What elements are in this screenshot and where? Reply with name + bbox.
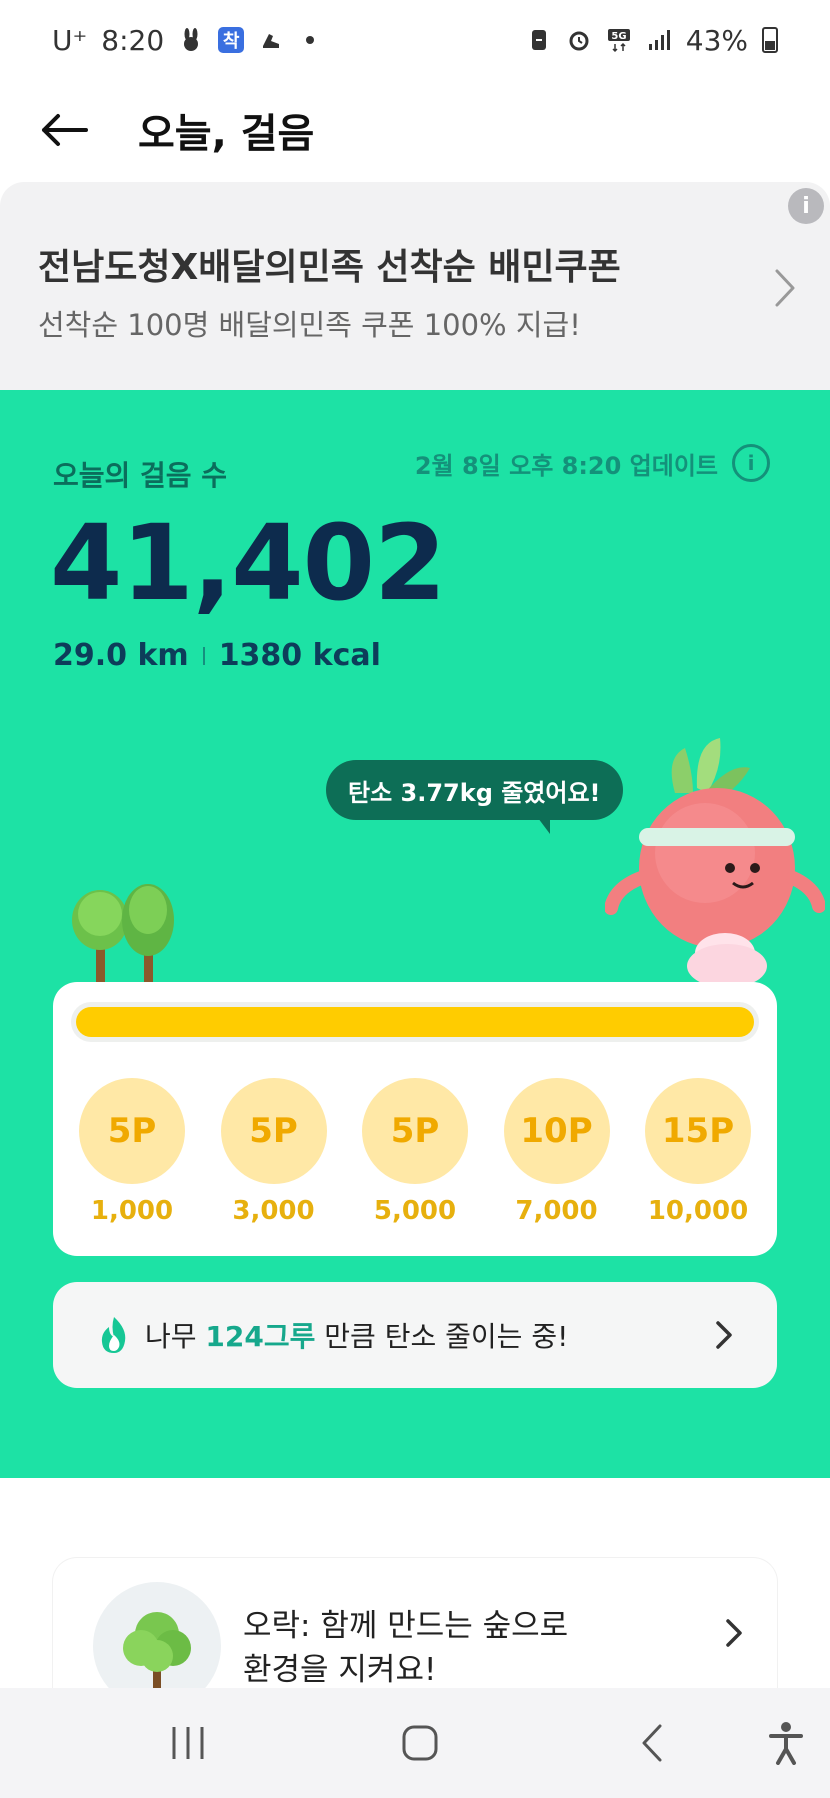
flame-icon	[101, 1317, 126, 1353]
forest-card-line2: 환경을 지켜요!	[243, 1652, 437, 1688]
tree-count: 124그루	[205, 1320, 316, 1353]
steps-label: 오늘의 걸음 수	[53, 459, 228, 492]
recent-apps-button[interactable]	[148, 1708, 228, 1778]
milestone-item[interactable]: 5P 3,000	[220, 1078, 327, 1226]
nfc-icon	[526, 27, 552, 53]
carrier-label: U⁺	[52, 23, 88, 57]
milestone-points: 5P	[79, 1078, 185, 1184]
milestone-item[interactable]: 10P 7,000	[503, 1078, 610, 1226]
ad-info-icon[interactable]: i	[788, 188, 824, 224]
milestone-points: 5P	[362, 1078, 468, 1184]
update-info: 2월 8일 오후 8:20 업데이트 i	[415, 444, 770, 482]
milestone-steps: 5,000	[373, 1196, 457, 1226]
forest-card-line1: 오락: 함께 만드는 숲으로	[243, 1608, 569, 1644]
arrow-left-icon	[42, 114, 88, 146]
step-count: 41,402	[50, 502, 446, 624]
system-nav-bar	[0, 1688, 830, 1798]
recent-apps-icon	[172, 1727, 204, 1759]
5g-icon: 5G	[606, 27, 632, 53]
accessibility-icon	[769, 1722, 803, 1765]
status-bar: U⁺ 8:20 착 5G 43%	[0, 0, 830, 80]
accessibility-button[interactable]	[746, 1708, 826, 1778]
page-title: 오늘, 걸음	[138, 111, 315, 157]
milestone-steps: 10,000	[647, 1196, 749, 1226]
chevron-right-icon	[774, 268, 796, 312]
step-stats: 29.0 km 1380 kcal	[53, 638, 381, 673]
banner-subtitle: 선착순 100명 배달의민족 쿠폰 100% 지급!	[38, 308, 581, 342]
chevron-left-icon	[642, 1724, 662, 1762]
status-right: 5G 43%	[526, 24, 778, 57]
battery-percent: 43%	[685, 23, 748, 57]
progress-track	[71, 1002, 759, 1042]
banner-title: 전남도청X배달의민족 선착순 배민쿠폰	[38, 247, 621, 288]
milestone-item[interactable]: 5P 5,000	[362, 1078, 468, 1226]
shoe-icon	[258, 27, 284, 53]
milestone-steps: 7,000	[515, 1196, 598, 1226]
milestone-list: 5P 1,000 5P 3,000 5P 5,000 10P 7,000 15P 10,000	[79, 1078, 751, 1226]
progress-fill	[76, 1007, 754, 1037]
promo-banner[interactable]: 전남도청X배달의민족 선착순 배민쿠폰 선착순 100명 배달의민족 쿠폰 10…	[0, 182, 830, 390]
forest-card-text: 오락: 함께 만드는 숲으로 환경을 지켜요!	[243, 1604, 568, 1692]
status-time: 8:20	[101, 23, 165, 57]
step-progress-card: 5P 1,000 5P 3,000 5P 5,000 10P 7,000 15P 10,000	[53, 982, 777, 1256]
stats-divider	[202, 646, 205, 665]
milestone-points: 10P	[503, 1078, 610, 1184]
svg-text:5G: 5G	[611, 31, 626, 42]
tree-carbon-card[interactable]: 나무 124그루 만큼 탄소 줄이는 중!	[53, 1282, 777, 1388]
rabbit-icon	[178, 27, 204, 53]
app-bar: 오늘, 걸음	[0, 80, 830, 180]
tree-text-suffix: 만큼 탄소 줄이는 중!	[315, 1320, 569, 1353]
trees-illustration	[72, 884, 174, 982]
chevron-right-icon	[716, 1321, 732, 1349]
status-left: U⁺ 8:20 착	[52, 23, 315, 57]
milestone-steps: 3,000	[232, 1196, 315, 1226]
battery-icon	[762, 27, 778, 53]
milestone-points: 15P	[645, 1078, 751, 1184]
update-time: 2월 8일 오후 8:20 업데이트	[414, 451, 718, 480]
notification-dot-icon	[306, 36, 315, 44]
distance-value: 29.0 km	[53, 638, 189, 673]
milestone-item[interactable]: 5P 1,000	[79, 1078, 185, 1226]
tree-carbon-text: 나무 124그루 만큼 탄소 줄이는 중!	[145, 1315, 568, 1355]
app-badge-icon: 착	[218, 27, 245, 53]
steps-section: 오늘의 걸음 수 2월 8일 오후 8:20 업데이트 i 41,402 29.…	[0, 390, 830, 1478]
tree-text-prefix: 나무	[145, 1320, 206, 1353]
carbon-speech-bubble: 탄소 3.77kg 줄였어요!	[326, 760, 623, 834]
calories-value: 1380 kcal	[218, 638, 381, 673]
milestone-steps: 1,000	[90, 1196, 174, 1226]
radish-mascot-icon	[605, 738, 825, 988]
chevron-right-icon	[726, 1619, 742, 1647]
milestone-points: 5P	[220, 1078, 327, 1184]
home-icon	[402, 1725, 438, 1761]
back-nav-button[interactable]	[612, 1708, 692, 1778]
back-button[interactable]	[34, 100, 94, 160]
signal-icon	[646, 27, 672, 53]
info-icon[interactable]: i	[732, 444, 770, 482]
milestone-item[interactable]: 15P 10,000	[645, 1078, 751, 1226]
alarm-icon	[566, 27, 592, 53]
home-button[interactable]	[380, 1708, 460, 1778]
